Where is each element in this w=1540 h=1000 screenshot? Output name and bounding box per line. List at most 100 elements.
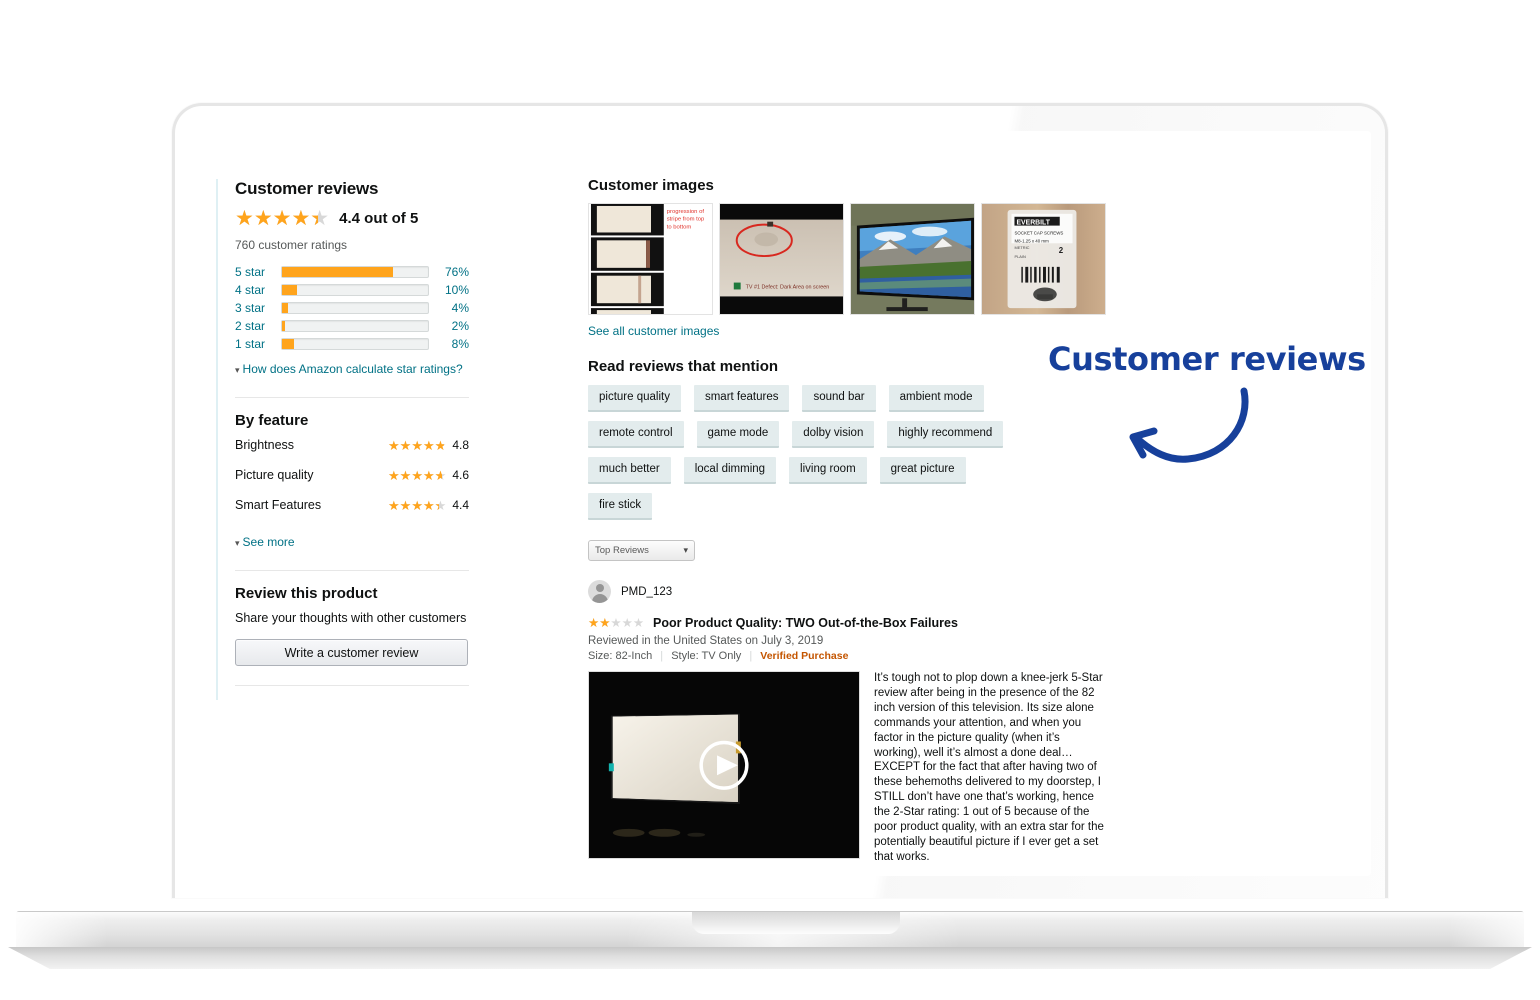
review-date: Reviewed in the United States on July 3,… xyxy=(588,635,824,647)
reviews-main-column: Customer images progression of stripe fr… xyxy=(588,177,1148,876)
keyword-chip[interactable]: smart features xyxy=(693,385,790,412)
overall-rating-text: 4.4 out of 5 xyxy=(339,210,419,227)
histogram-star-label[interactable]: 1 star xyxy=(235,337,281,355)
customer-image-thumbnail[interactable] xyxy=(850,203,975,315)
keyword-chip[interactable]: ambient mode xyxy=(888,385,984,412)
histogram-row[interactable]: 5 star 76% xyxy=(235,265,469,283)
feature-name: Smart Features xyxy=(235,498,322,512)
feature-rating-row: Picture quality ★★★★★ ★★★★★ 4.6 xyxy=(235,468,469,482)
how-star-ratings-link[interactable]: ▾ How does Amazon calculate star ratings? xyxy=(235,362,463,376)
feature-rating-row: Brightness ★★★★★ ★★★★★ 4.8 xyxy=(235,438,469,452)
svg-text:PLAIN: PLAIN xyxy=(1014,254,1026,259)
keyword-chip[interactable]: game mode xyxy=(696,421,780,448)
user-avatar-icon xyxy=(588,580,611,603)
histogram-track xyxy=(281,320,429,332)
verified-purchase-badge: Verified Purchase xyxy=(760,650,849,662)
histogram-bar-cell[interactable] xyxy=(281,319,437,337)
stripe-progression-image: progression of stripe from top to bottom xyxy=(589,204,712,314)
histogram-fill xyxy=(282,339,294,349)
how-star-ratings-label: How does Amazon calculate star ratings? xyxy=(242,362,463,376)
keyword-chip[interactable]: fire stick xyxy=(588,493,653,520)
svg-text:2: 2 xyxy=(1059,246,1064,255)
review-star-rating: ★★★★★ ★★★★★ xyxy=(588,615,645,630)
review-title: Poor Product Quality: TWO Out-of-the-Box… xyxy=(653,616,958,630)
histogram-bar-cell[interactable] xyxy=(281,265,437,283)
divider xyxy=(235,397,469,398)
histogram-track xyxy=(281,338,429,350)
write-customer-review-button[interactable]: Write a customer review xyxy=(235,639,468,666)
feature-rating: ★★★★★ ★★★★★ 4.8 xyxy=(388,438,469,452)
review-video-thumbnail[interactable] xyxy=(588,671,860,859)
review-author-row[interactable]: PMD_123 xyxy=(588,580,1148,603)
histogram-row[interactable]: 1 star 8% xyxy=(235,337,469,355)
keyword-chip[interactable]: living room xyxy=(789,457,867,484)
histogram-percent[interactable]: 2% xyxy=(437,319,469,337)
laptop-lid: Customer reviews ★★★★★ ★★★★★ 4.4 out of … xyxy=(172,103,1388,898)
keyword-chip[interactable]: dolby vision xyxy=(792,421,875,448)
keyword-chip[interactable]: highly recommend xyxy=(887,421,1004,448)
keyword-chip[interactable]: remote control xyxy=(588,421,684,448)
sort-reviews-dropdown[interactable]: Top Reviews ▾ xyxy=(588,540,695,561)
histogram-bar-cell[interactable] xyxy=(281,283,437,301)
customer-image-thumbnail[interactable]: progression of stripe from top to bottom xyxy=(588,203,713,315)
histogram-row[interactable]: 3 star 4% xyxy=(235,301,469,319)
histogram-percent[interactable]: 10% xyxy=(437,283,469,301)
amazon-reviews-page: Customer reviews ★★★★★ ★★★★★ 4.4 out of … xyxy=(195,131,1371,876)
overall-star-rating: ★★★★★ ★★★★★ xyxy=(235,207,330,230)
overall-rating-row: ★★★★★ ★★★★★ 4.4 out of 5 xyxy=(235,208,469,229)
laptop-screen: Customer reviews ★★★★★ ★★★★★ 4.4 out of … xyxy=(195,131,1371,876)
laptop-base xyxy=(8,911,1540,969)
see-more-label: See more xyxy=(242,535,295,549)
histogram-fill xyxy=(282,285,297,295)
histogram-fill xyxy=(282,267,393,277)
histogram-row[interactable]: 2 star 2% xyxy=(235,319,469,337)
histogram-row[interactable]: 4 star 10% xyxy=(235,283,469,301)
meta-separator: | xyxy=(749,650,753,662)
review-variant-meta: Size: 82-Inch | Style: TV Only | Verifie… xyxy=(588,650,1148,662)
review-title-row[interactable]: ★★★★★ ★★★★★ Poor Product Quality: TWO Ou… xyxy=(588,616,1148,630)
meta-separator: | xyxy=(660,650,664,662)
feature-rating: ★★★★★★★★★★ 4.4 xyxy=(388,498,469,512)
review-style: Style: TV Only xyxy=(671,650,742,662)
keyword-chip[interactable]: local dimming xyxy=(683,457,777,484)
histogram-bar-cell[interactable] xyxy=(281,337,437,355)
chevron-down-icon: ▾ xyxy=(235,538,240,548)
chevron-down-icon: ▾ xyxy=(683,545,688,555)
histogram-percent[interactable]: 76% xyxy=(437,265,469,283)
feature-rating: ★★★★★ ★★★★★ 4.6 xyxy=(388,468,469,482)
histogram-percent[interactable]: 4% xyxy=(437,301,469,319)
keyword-chip[interactable]: much better xyxy=(588,457,671,484)
keyword-chip[interactable]: great picture xyxy=(879,457,966,484)
svg-text:METRIC: METRIC xyxy=(1014,245,1029,250)
review-paragraph: It’s tough not to plop down a knee-jerk … xyxy=(874,672,1104,863)
histogram-star-label[interactable]: 4 star xyxy=(235,283,281,301)
customer-images-strip: progression of stripe from top to bottom xyxy=(588,203,1148,315)
histogram-fill xyxy=(282,303,288,313)
feature-rating-value: 4.4 xyxy=(452,498,469,512)
laptop-base-notch xyxy=(692,912,900,934)
see-all-customer-images-link[interactable]: See all customer images xyxy=(588,324,719,338)
svg-text:EVERBILT: EVERBILT xyxy=(1016,220,1050,227)
see-more-features-link[interactable]: ▾ See more xyxy=(235,535,295,549)
divider xyxy=(235,570,469,571)
svg-text:TV #1 Defect: Dark Area on scr: TV #1 Defect: Dark Area on screen xyxy=(746,284,830,290)
svg-text:SOCKET CAP SCREWS: SOCKET CAP SCREWS xyxy=(1014,230,1063,235)
histogram-star-label[interactable]: 5 star xyxy=(235,265,281,283)
review-body: It’s tough not to plop down a knee-jerk … xyxy=(588,671,1148,876)
review-text: It’s tough not to plop down a knee-jerk … xyxy=(874,671,1106,876)
keyword-chip[interactable]: picture quality xyxy=(588,385,681,412)
customer-image-thumbnail[interactable]: EVERBILT SOCKET CAP SCREWS M8-1.25 x 40 … xyxy=(981,203,1106,315)
laptop-base-top xyxy=(16,911,1540,948)
histogram-percent[interactable]: 8% xyxy=(437,337,469,355)
rating-histogram: 5 star 76% 4 star 10% 3 star 4% 2 star 2% 1 star… xyxy=(235,265,469,355)
customer-images-heading: Customer images xyxy=(588,177,714,194)
svg-text:stripe from top: stripe from top xyxy=(667,217,705,223)
review-username: PMD_123 xyxy=(621,585,673,598)
histogram-star-label[interactable]: 3 star xyxy=(235,301,281,319)
histogram-star-label[interactable]: 2 star xyxy=(235,319,281,337)
curved-arrow-left-icon xyxy=(1129,387,1249,463)
feature-star-rating: ★★★★★★★★★★ xyxy=(388,437,447,453)
histogram-bar-cell[interactable] xyxy=(281,301,437,319)
customer-image-thumbnail[interactable]: TV #1 Defect: Dark Area on screen xyxy=(719,203,844,315)
keyword-chip[interactable]: sound bar xyxy=(802,385,876,412)
